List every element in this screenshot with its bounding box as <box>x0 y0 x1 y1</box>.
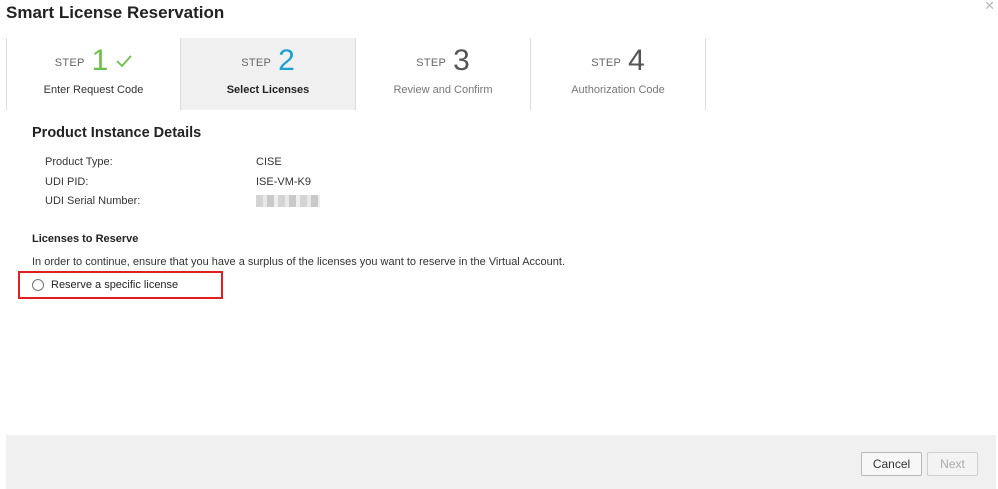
step-authorization-code: STEP 4 Authorization Code <box>531 38 706 110</box>
radio-button[interactable] <box>32 279 44 291</box>
step-word: STEP <box>416 57 447 69</box>
step-number: 1 <box>91 44 109 77</box>
close-icon[interactable]: ✕ <box>984 0 995 13</box>
step-label: Authorization Code <box>571 84 665 96</box>
step-number: 3 <box>453 44 470 77</box>
step-select-licenses[interactable]: STEP 2 Select Licenses <box>181 38 356 110</box>
cancel-button[interactable]: Cancel <box>861 452 922 476</box>
step-number: 4 <box>628 44 645 77</box>
next-button[interactable]: Next <box>927 452 978 476</box>
step-number: 2 <box>278 44 295 77</box>
reserve-specific-license-label[interactable]: Reserve a specific license <box>51 279 178 291</box>
product-instance-details-title: Product Instance Details <box>32 125 202 141</box>
step-word: STEP <box>591 57 622 69</box>
reserve-specific-license-option[interactable]: Reserve a specific license <box>18 271 223 299</box>
step-review-and-confirm: STEP 3 Review and Confirm <box>356 38 531 110</box>
wizard-steps: STEP 1 Enter Request Code STEP 2 Select … <box>6 38 710 110</box>
udi-serial-value-redacted <box>256 195 320 210</box>
licenses-to-reserve-title: Licenses to Reserve <box>32 233 139 245</box>
udi-serial-label: UDI Serial Number: <box>45 195 141 207</box>
step-enter-request-code[interactable]: STEP 1 Enter Request Code <box>6 38 181 110</box>
check-icon <box>116 54 132 72</box>
step-word: STEP <box>54 57 85 69</box>
step-label: Review and Confirm <box>393 84 493 96</box>
dialog-footer: Cancel Next <box>6 435 996 489</box>
step-word: STEP <box>241 57 272 69</box>
dialog-title: Smart License Reservation <box>6 3 225 22</box>
step-label: Select Licenses <box>226 84 310 96</box>
step-label: Enter Request Code <box>43 84 144 96</box>
product-type-label: Product Type: <box>45 156 113 168</box>
udi-pid-label: UDI PID: <box>45 176 89 188</box>
udi-pid-value: ISE-VM-K9 <box>256 176 312 188</box>
licenses-notice: In order to continue, ensure that you ha… <box>32 256 566 268</box>
product-type-value: CISE <box>256 156 282 168</box>
